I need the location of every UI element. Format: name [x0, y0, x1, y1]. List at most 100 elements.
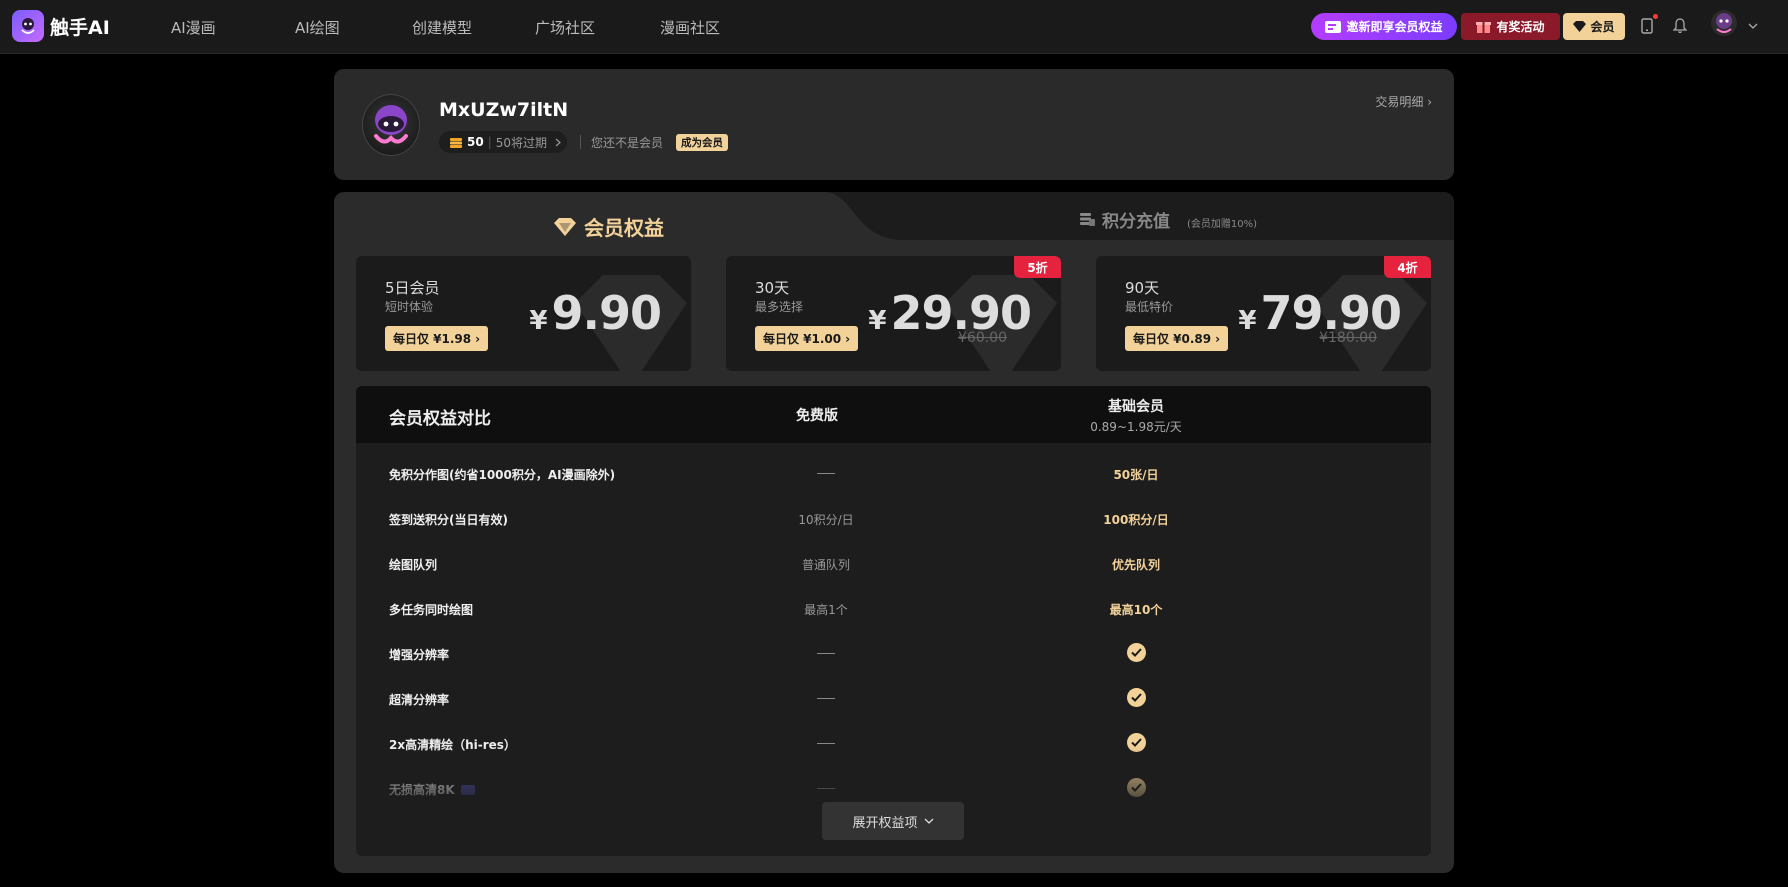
- gift-icon: [1476, 22, 1492, 33]
- dash-icon: [817, 743, 835, 744]
- feature-label: 签到送积分(当日有效): [389, 513, 508, 527]
- basic-value: 100积分/日: [1103, 513, 1169, 527]
- feature-label: 绘图队列: [389, 558, 438, 572]
- become-member-button[interactable]: 成为会员: [676, 134, 728, 151]
- nav-comic-community[interactable]: 漫画社区: [660, 17, 720, 38]
- divider: [580, 135, 581, 149]
- check-icon: [1126, 643, 1146, 662]
- plan-subtitle: 最低特价: [1125, 300, 1174, 314]
- dash-icon: [817, 698, 835, 699]
- check-icon: [1126, 688, 1146, 707]
- tab-membership-benefits[interactable]: 会员权益: [554, 212, 664, 241]
- membership-status: 您还不是会员: [591, 136, 664, 150]
- table-row: 超清分辨率: [356, 679, 1431, 719]
- feature-label: 多任务同时绘图: [389, 603, 474, 617]
- vip-label: 会员: [1590, 20, 1615, 34]
- points-balance[interactable]: 50 | 50将过期: [439, 131, 567, 153]
- free-value: [736, 466, 916, 480]
- basic-value: [1056, 688, 1216, 707]
- tab-points-recharge[interactable]: 积分充值 (会员加赠10%): [1079, 207, 1257, 232]
- plan-card-90day[interactable]: 4折 90天 最低特价 每日仅 ¥0.89 › ¥79.90 ¥180.00: [1096, 256, 1431, 371]
- free-value: [736, 691, 916, 705]
- basic-value: 最高10个: [1109, 603, 1163, 617]
- logo-text: 触手AI: [50, 16, 110, 39]
- plan-card-5day[interactable]: 5日会员 短时体验 每日仅 ¥1.98 › ¥9.90: [356, 256, 691, 371]
- chevron-right-icon: ›: [845, 331, 851, 346]
- invite-button[interactable]: 邀新即享会员权益: [1311, 13, 1457, 40]
- diamond-icon: [1573, 21, 1587, 32]
- table-row: 免积分作图(约省1000积分，AI漫画除外) 50张/日: [356, 454, 1431, 494]
- basic-value: 50张/日: [1113, 468, 1159, 482]
- user-avatar[interactable]: [1711, 10, 1737, 36]
- basic-value: [1056, 643, 1216, 662]
- logo[interactable]: 触手AI: [12, 10, 110, 42]
- username: MxUZw7iltN: [439, 99, 569, 121]
- vip-button[interactable]: 会员: [1563, 13, 1625, 40]
- notification-dot: [1653, 14, 1658, 19]
- benefits-comparison-table: 会员权益对比 免费版 基础会员 0.89~1.98元/天 免积分作图(约省100…: [356, 386, 1431, 856]
- free-value: 最高1个: [804, 603, 848, 617]
- points-expiring: 50将过期: [495, 135, 548, 150]
- dash-icon: [817, 473, 835, 474]
- points-number: 50: [467, 135, 484, 149]
- chevron-right-icon: [555, 138, 561, 146]
- mobile-icon[interactable]: [1637, 14, 1658, 36]
- feature-label: 免积分作图(约省1000积分，AI漫画除外): [389, 468, 616, 482]
- plan-subtitle: 最多选择: [755, 300, 804, 314]
- nav-ai-drawing[interactable]: AI绘图: [295, 17, 340, 38]
- transactions-link[interactable]: 交易明细 ›: [1375, 93, 1432, 110]
- header-basic: 基础会员 0.89~1.98元/天: [1090, 399, 1182, 434]
- basic-value: 优先队列: [1111, 558, 1160, 572]
- diamond-icon: [554, 217, 576, 236]
- reward-label: 有奖活动: [1496, 20, 1545, 34]
- table-row: 签到送积分(当日有效) 10积分/日 100积分/日: [356, 499, 1431, 539]
- ticket-icon: [1325, 20, 1342, 33]
- header-feature: 会员权益对比: [389, 409, 491, 429]
- plan-subtitle: 短时体验: [385, 300, 434, 314]
- chevron-right-icon: ›: [1215, 331, 1221, 346]
- plan-title: 30天: [755, 279, 790, 297]
- membership-panel: 会员权益 积分充值 (会员加赠10%) 5日会员 短时体验 每日仅 ¥1.98 …: [334, 192, 1454, 873]
- discount-badge: 5折: [1014, 256, 1061, 278]
- top-nav-bar: 触手AI AI漫画 AI绘图 创建模型 广场社区 漫画社区 邀新即享会员权益 有…: [0, 0, 1788, 54]
- profile-card: MxUZw7iltN 50 | 50将过期 您还不是会员 成为会员 交易明细 ›: [334, 69, 1454, 180]
- free-value: 10积分/日: [798, 513, 854, 527]
- discount-badge: 4折: [1384, 256, 1431, 278]
- nav-create-model[interactable]: 创建模型: [412, 17, 472, 38]
- dash-icon: [817, 653, 835, 654]
- chevron-down-icon: [924, 818, 933, 824]
- table-row: 增强分辨率: [356, 634, 1431, 674]
- coin-icon: [450, 137, 462, 148]
- plan-title: 90天: [1125, 279, 1160, 297]
- plan-daily-price: 每日仅 ¥0.89 ›: [1125, 326, 1229, 351]
- plan-original-price: ¥60.00: [958, 330, 1007, 346]
- nav-plaza-community[interactable]: 广场社区: [535, 17, 595, 38]
- tab-curve: [824, 192, 904, 240]
- plan-title: 5日会员: [385, 279, 440, 297]
- bell-icon[interactable]: [1670, 16, 1690, 36]
- header-free: 免费版: [796, 408, 838, 424]
- table-header: 会员权益对比 免费版 基础会员 0.89~1.98元/天: [356, 386, 1431, 443]
- plan-card-30day[interactable]: 5折 30天 最多选择 每日仅 ¥1.00 › ¥29.90 ¥60.00: [726, 256, 1061, 371]
- plan-original-price: ¥180.00: [1319, 330, 1377, 346]
- chevron-right-icon: ›: [475, 331, 481, 346]
- chevron-down-icon[interactable]: [1743, 16, 1763, 36]
- invite-label: 邀新即享会员权益: [1346, 20, 1443, 34]
- reward-activity-button[interactable]: 有奖活动: [1461, 13, 1560, 40]
- feature-label: 超清分辨率: [389, 693, 450, 707]
- free-value: [736, 646, 916, 660]
- table-row: 多任务同时绘图 最高1个 最高10个: [356, 589, 1431, 629]
- table-row: 绘图队列 普通队列 优先队列: [356, 544, 1431, 584]
- free-value: 普通队列: [801, 558, 850, 572]
- points-bonus-note: (会员加赠10%): [1187, 219, 1258, 230]
- expand-benefits-button[interactable]: 展开权益项: [822, 802, 964, 840]
- coin-stack-icon: [1080, 213, 1095, 226]
- feature-label: 增强分辨率: [389, 648, 450, 662]
- plan-price: ¥9.90: [529, 286, 662, 340]
- profile-avatar[interactable]: [362, 94, 420, 156]
- plan-daily-price: 每日仅 ¥1.98 ›: [385, 326, 489, 351]
- chevron-right-icon: ›: [1427, 95, 1432, 109]
- nav-ai-comic[interactable]: AI漫画: [171, 17, 216, 38]
- plan-daily-price: 每日仅 ¥1.00 ›: [755, 326, 859, 351]
- logo-icon: [12, 10, 44, 42]
